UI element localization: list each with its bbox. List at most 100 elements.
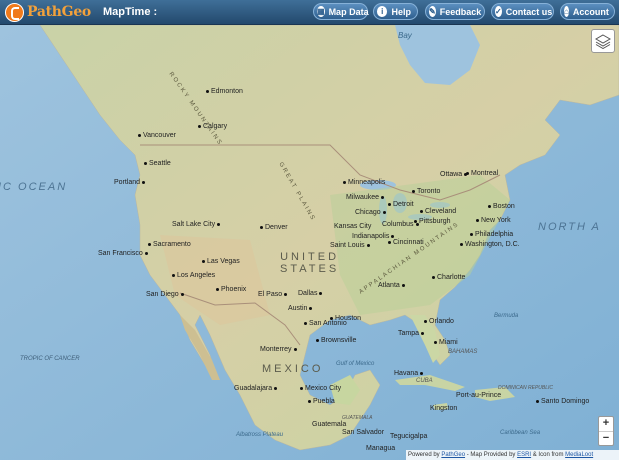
zoom-out-button[interactable]: − xyxy=(599,431,613,446)
albatross-label: Albatross Plateau xyxy=(236,432,284,438)
grid-icon: ▦ xyxy=(317,6,325,17)
city-san-francisco: San Francisco xyxy=(98,250,150,258)
city-minneapolis: Minneapolis xyxy=(343,179,385,187)
city-tampa: Tampa xyxy=(398,330,426,338)
tropic-label: TROPIC OF CANCER xyxy=(20,356,80,362)
contact-us-button[interactable]: ✓ Contact us xyxy=(491,3,554,20)
map-data-label: Map Data xyxy=(328,6,369,17)
city-washington-dc: Washington, D.C. xyxy=(460,241,520,249)
city-saint-louis: Saint Louis xyxy=(330,242,372,250)
city-kingston: Kingston xyxy=(430,405,458,412)
zoom-control: + − xyxy=(598,416,614,446)
city-montreal: Montreal xyxy=(466,170,498,178)
city-columbus: Columbus xyxy=(382,221,421,229)
map-data-button[interactable]: ▦ Map Data xyxy=(313,3,369,20)
city-san-salvador: San Salvador xyxy=(342,429,385,436)
city-tegucigalpa: Tegucigalpa xyxy=(390,433,428,440)
pencil-icon: ✎ xyxy=(429,6,436,17)
map-base-layer xyxy=(0,25,619,460)
contact-us-label: Contact us xyxy=(505,6,553,17)
city-cleveland: Cleveland xyxy=(420,208,456,216)
city-houston: Houston xyxy=(330,315,361,323)
states-label: STATES xyxy=(280,263,340,275)
layers-icon xyxy=(595,34,611,49)
city-managua: Managua xyxy=(366,445,396,452)
help-label: Help xyxy=(391,6,411,17)
mexico-label: MEXICO xyxy=(262,363,324,375)
city-philadelphia: Philadelphia xyxy=(470,231,513,239)
city-ottawa: Ottawa xyxy=(440,171,469,179)
feedback-button[interactable]: ✎ Feedback xyxy=(425,3,485,20)
city-puebla: Puebla xyxy=(308,398,335,406)
esri-link[interactable]: ESRI xyxy=(517,452,531,458)
city-las-vegas: Las Vegas xyxy=(202,258,240,266)
brand-name: PathGeo xyxy=(27,4,91,20)
united-states-label: UNITED STATES xyxy=(280,251,339,275)
help-button[interactable]: i Help xyxy=(373,3,418,20)
city-guatemala: Guatemala xyxy=(312,421,347,428)
cuba-label: CUBA xyxy=(416,378,433,384)
logo[interactable]: PathGeo xyxy=(5,2,91,22)
zoom-in-button[interactable]: + xyxy=(599,417,613,431)
city-miami: Miami xyxy=(434,339,458,347)
city-denver: Denver xyxy=(260,224,288,232)
city-los-angeles: Los Angeles xyxy=(172,272,215,280)
city-detroit: Detroit xyxy=(388,201,414,209)
city-charlotte: Charlotte xyxy=(432,274,465,282)
city-el-paso: El Paso xyxy=(258,291,289,299)
info-icon: i xyxy=(377,6,388,17)
city-vancouver: Vancouver xyxy=(138,132,176,140)
guatemala-country-label: GUATEMALA xyxy=(342,415,373,421)
city-toronto: Toronto xyxy=(412,188,440,196)
app-title: MapTime : xyxy=(102,6,158,18)
city-port-au-prince: Port-au-Prince xyxy=(456,392,502,399)
city-orlando: Orlando xyxy=(424,318,454,326)
feedback-label: Feedback xyxy=(439,6,482,17)
bay-label: Bay xyxy=(398,31,412,40)
city-calgary: Calgary xyxy=(198,123,227,131)
layers-button[interactable] xyxy=(591,29,615,53)
city-milwaukee: Milwaukee xyxy=(346,194,386,202)
city-phoenix: Phoenix xyxy=(216,286,246,294)
dominican-label: DOMINICAN REPUBLIC xyxy=(498,385,554,391)
map-canvas[interactable]: IC OCEAN NORTH A UNITED STATES MEXICO GR… xyxy=(0,25,619,460)
city-havana: Havana xyxy=(394,370,425,378)
pathgeo-link[interactable]: PathGeo xyxy=(441,452,465,458)
city-mexico-city: Mexico City xyxy=(300,385,341,393)
account-button[interactable]: ⌂ Account xyxy=(560,3,615,20)
united-label: UNITED xyxy=(280,251,340,263)
atlantic-ocean-label: NORTH A xyxy=(538,221,601,233)
city-san-diego: San Diego xyxy=(146,291,186,299)
city-santo-domingo: Santo Domingo xyxy=(536,398,589,406)
city-dallas: Dallas xyxy=(298,290,324,298)
city-atlanta: Atlanta xyxy=(378,282,407,290)
medialoot-link[interactable]: MediaLoot xyxy=(565,452,593,458)
city-edmonton: Edmonton xyxy=(206,88,243,96)
city-kansas-city: Kansas City xyxy=(334,223,372,230)
check-icon: ✓ xyxy=(495,6,502,17)
gulf-label: Gulf of Mexico xyxy=(336,361,375,367)
bahamas-label: BAHAMAS xyxy=(448,349,478,355)
city-chicago: Chicago xyxy=(355,209,388,217)
bermuda-label: Bermuda xyxy=(494,313,519,319)
pathgeo-logo-icon xyxy=(5,2,24,22)
attribution-prefix: Powered by xyxy=(408,452,440,458)
city-austin: Austin xyxy=(288,305,314,313)
caribbean-label: Caribbean Sea xyxy=(500,430,541,436)
city-salt-lake-city: Salt Lake City xyxy=(172,221,222,229)
city-sacramento: Sacramento xyxy=(148,241,191,249)
account-label: Account xyxy=(572,6,609,17)
city-cincinnati: Cincinnati xyxy=(388,239,424,247)
city-portland: Portland xyxy=(114,179,147,187)
attribution-middle: - Map Provided by xyxy=(465,452,516,458)
pacific-ocean-label: IC OCEAN xyxy=(0,181,68,193)
attribution-bar: Powered by PathGeo - Map Provided by ESR… xyxy=(406,450,619,460)
home-icon: ⌂ xyxy=(564,6,569,17)
city-new-york: New York xyxy=(476,217,511,225)
city-brownsville: Brownsville xyxy=(316,337,356,345)
city-guadalajara: Guadalajara xyxy=(234,385,279,393)
city-seattle: Seattle xyxy=(144,160,171,168)
attribution-suffix: & Icon from xyxy=(532,452,564,458)
city-monterrey: Monterrey xyxy=(260,346,299,354)
city-boston: Boston xyxy=(488,203,515,211)
